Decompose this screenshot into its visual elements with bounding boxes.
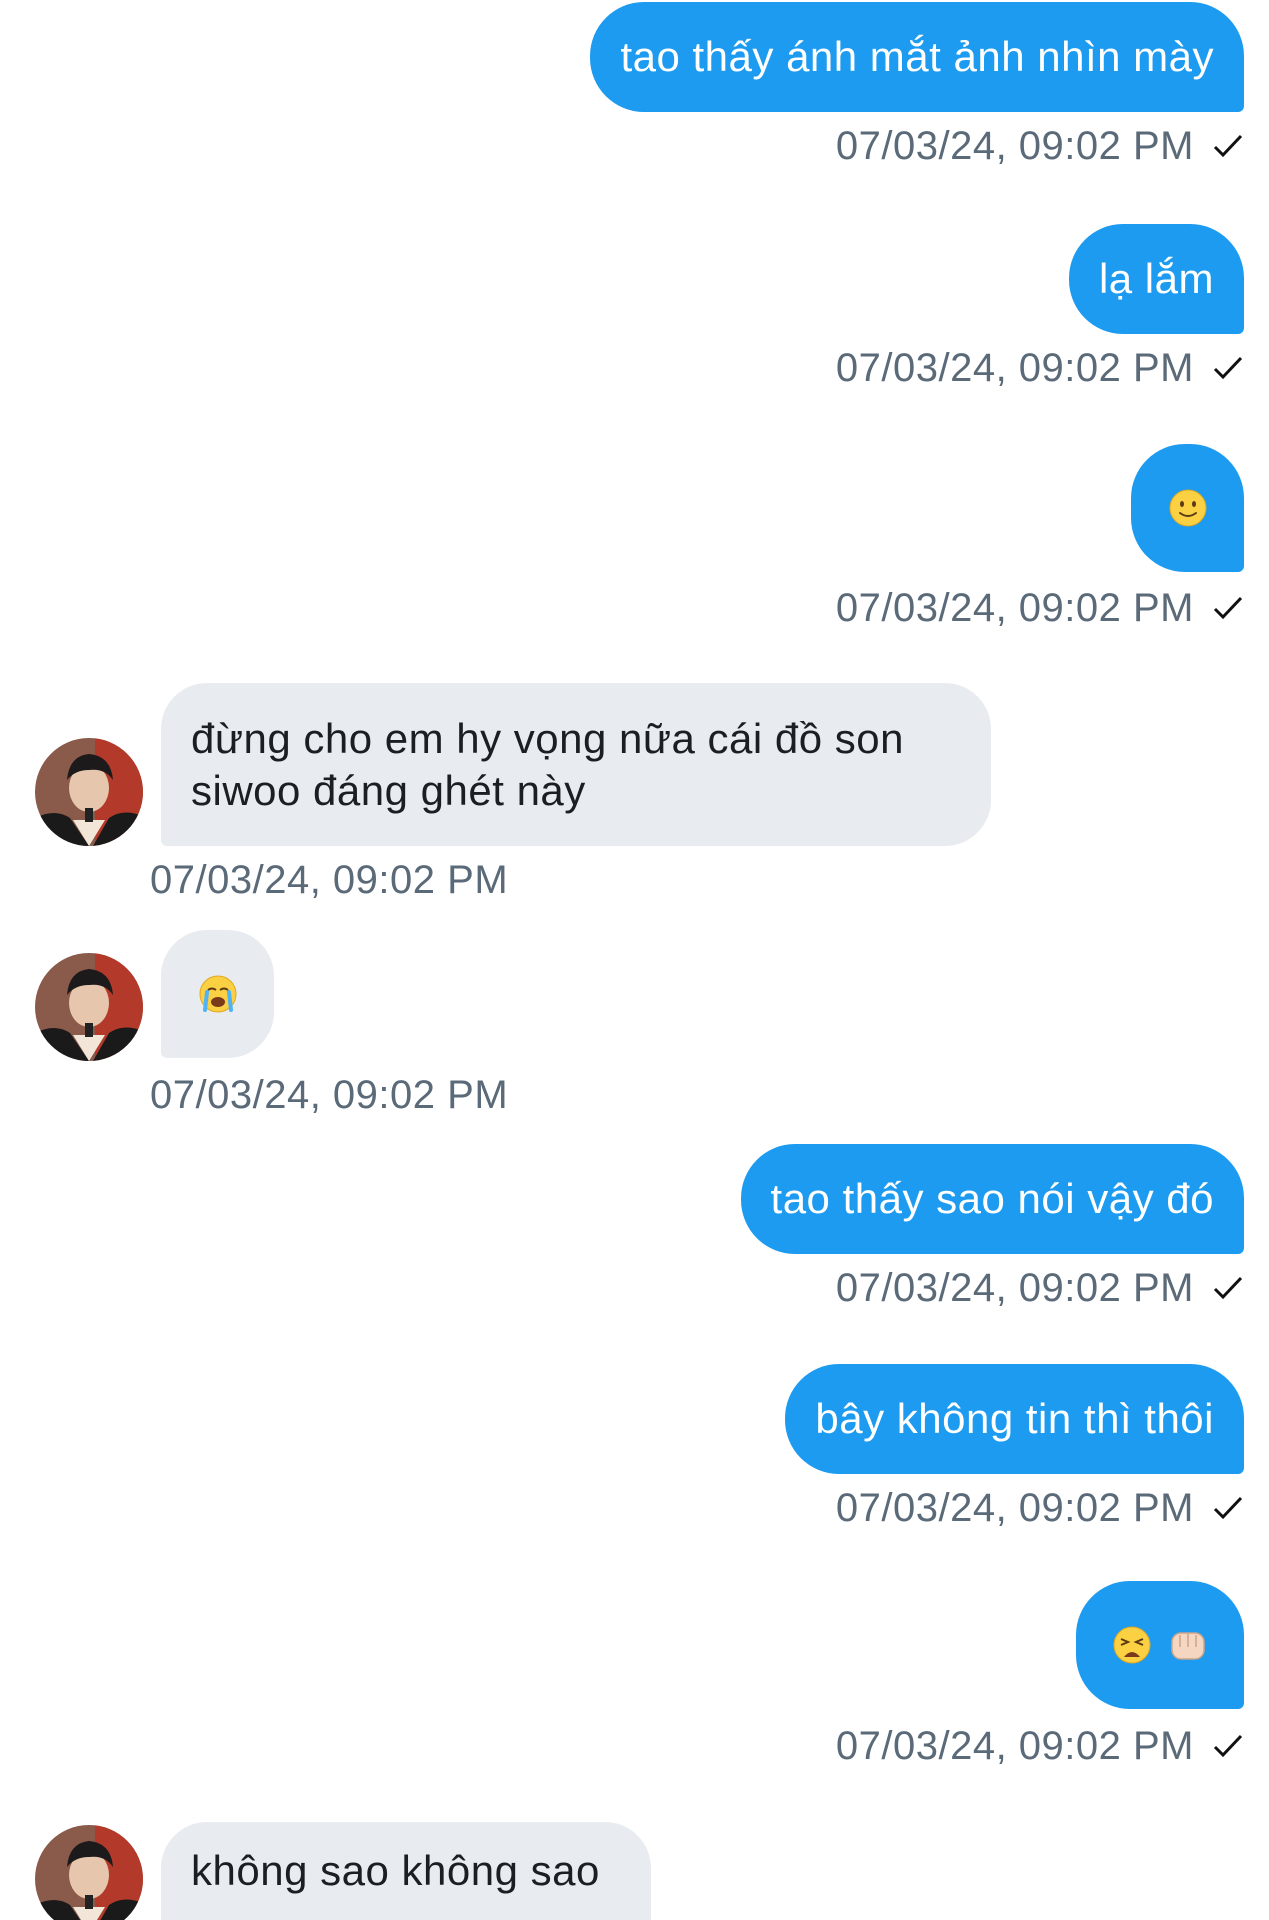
outgoing-message-bubble[interactable]: tao thấy sao nói vậy đó [740, 1144, 1244, 1254]
oncoming-fist-emoji [1171, 1632, 1205, 1660]
avatar-image [35, 738, 143, 846]
check-icon [1213, 1496, 1243, 1520]
outgoing-message-bubble[interactable]: tao thấy ánh mắt ảnh nhìn mày [590, 2, 1244, 112]
check-icon [1213, 356, 1243, 380]
chat-thread: tao thấy ánh mắt ảnh nhìn mày 07/03/24, … [0, 0, 1269, 1920]
incoming-message-bubble[interactable]: đừng cho em hy vọng nữa cái đồ son siwoo… [161, 683, 991, 846]
message-meta: 07/03/24, 09:02 PM [836, 1264, 1244, 1312]
message-text-line: đừng cho em hy vọng nữa cái đồ son [191, 715, 904, 762]
message-timestamp: 07/03/24, 09:02 PM [835, 1266, 1194, 1310]
message-meta: 07/03/24, 09:02 PM [836, 1484, 1244, 1532]
incoming-message-bubble[interactable] [161, 930, 274, 1058]
message-meta: 07/03/24, 09:02 PM [836, 1722, 1244, 1770]
message-timestamp: 07/03/24, 09:02 PM [835, 586, 1194, 630]
message-text: không sao không sao [191, 1847, 600, 1894]
message-text: tao thấy ánh mắt ảnh nhìn mày [620, 33, 1214, 80]
message-timestamp: 07/03/24, 09:02 PM [150, 858, 509, 902]
message-text-line: siwoo đáng ghét này [191, 767, 586, 814]
contact-avatar[interactable] [35, 953, 143, 1061]
avatar-image [35, 1825, 143, 1920]
check-icon [1213, 1734, 1243, 1758]
check-icon [1213, 134, 1243, 158]
slightly-smiling-face-emoji [1169, 489, 1206, 527]
message-text: lạ lắm [1098, 255, 1214, 302]
message-timestamp: 07/03/24, 09:02 PM [835, 1724, 1194, 1768]
outgoing-message-bubble[interactable]: bây không tin thì thôi [785, 1364, 1244, 1474]
check-icon [1213, 596, 1243, 620]
incoming-message-bubble[interactable]: không sao không sao [161, 1822, 651, 1920]
outgoing-message-bubble[interactable]: lạ lắm [1068, 224, 1244, 334]
message-timestamp: 07/03/24, 09:02 PM [835, 346, 1194, 390]
message-meta: 07/03/24, 09:02 PM [836, 344, 1244, 392]
message-meta: 07/03/24, 09:02 PM [836, 122, 1244, 170]
message-timestamp: 07/03/24, 09:02 PM [835, 124, 1194, 168]
message-text: tao thấy sao nói vậy đó [770, 1175, 1214, 1222]
loudly-crying-face-emoji [199, 975, 236, 1013]
outgoing-message-bubble[interactable] [1131, 444, 1244, 572]
outgoing-message-bubble[interactable] [1076, 1581, 1244, 1709]
avatar-image [35, 953, 143, 1061]
weary-face-emoji [1113, 1626, 1151, 1664]
contact-avatar[interactable] [35, 738, 143, 846]
message-timestamp: 07/03/24, 09:02 PM [835, 1486, 1194, 1530]
message-text: bây không tin thì thôi [815, 1395, 1214, 1442]
check-icon [1213, 1276, 1243, 1300]
message-timestamp: 07/03/24, 09:02 PM [150, 1073, 509, 1117]
message-meta: 07/03/24, 09:02 PM [836, 584, 1244, 632]
contact-avatar[interactable] [35, 1825, 143, 1920]
